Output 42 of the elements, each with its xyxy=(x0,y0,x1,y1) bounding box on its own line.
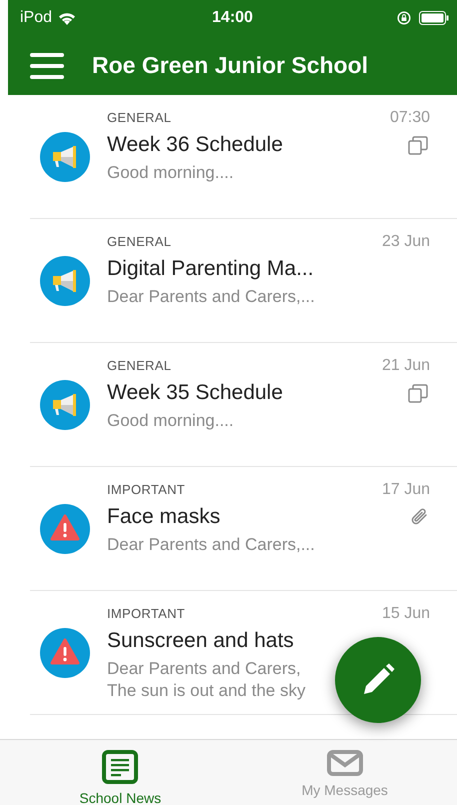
news-title: Week 35 Schedule xyxy=(107,381,283,405)
status-time: 14:00 xyxy=(212,9,253,26)
news-date: 15 Jun xyxy=(382,605,430,623)
compose-button[interactable] xyxy=(335,637,421,723)
news-date: 23 Jun xyxy=(382,233,430,251)
news-item[interactable]: GENERAL 23 Jun Digital Parenting Ma... Dear Parents and Carers,... xyxy=(30,219,457,343)
warning-icon xyxy=(40,504,90,554)
warning-icon xyxy=(40,628,90,678)
news-date: 21 Jun xyxy=(382,357,430,375)
news-title: Week 36 Schedule xyxy=(107,133,283,157)
news-preview: Dear Parents and Carers,... xyxy=(107,534,315,556)
news-item[interactable]: IMPORTANT 17 Jun Face masks Dear Parents and Carers,... xyxy=(30,467,457,591)
news-category: GENERAL xyxy=(107,358,172,373)
news-date: 07:30 xyxy=(390,109,430,127)
menu-button[interactable] xyxy=(30,52,64,78)
news-category: IMPORTANT xyxy=(107,606,186,621)
megaphone-icon xyxy=(40,380,90,430)
pencil-icon xyxy=(361,663,395,697)
carrier-name: iPod xyxy=(20,9,52,27)
menu-icon xyxy=(30,52,64,78)
news-item[interactable]: GENERAL 07:30 Week 36 Schedule Good morning.... xyxy=(30,95,457,219)
news-title: Digital Parenting Ma... xyxy=(107,257,314,281)
newspaper-icon xyxy=(102,750,138,784)
news-category: GENERAL xyxy=(107,110,172,125)
megaphone-icon xyxy=(40,256,90,306)
news-category: GENERAL xyxy=(107,234,172,249)
battery-icon xyxy=(419,11,449,25)
news-title: Sunscreen and hats xyxy=(107,629,294,653)
tab[interactable]: School News xyxy=(8,740,232,805)
megaphone-icon xyxy=(40,132,90,182)
rotation-lock-icon xyxy=(397,11,411,25)
news-title: Face masks xyxy=(107,505,220,529)
news-preview: Dear Parents and Carers,... xyxy=(107,286,315,308)
news-preview: Dear Parents and Carers, The sun is out and the sky xyxy=(107,658,306,702)
news-category: IMPORTANT xyxy=(107,482,186,497)
school-title: Roe Green Junior School xyxy=(92,52,368,79)
news-date: 17 Jun xyxy=(382,481,430,499)
news-preview: Good morning.... xyxy=(107,410,234,432)
news-preview: Good morning.... xyxy=(107,162,234,184)
envelope-icon xyxy=(326,750,363,776)
wifi-icon xyxy=(58,12,76,24)
news-item[interactable]: GENERAL 21 Jun Week 35 Schedule Good morning.... xyxy=(30,343,457,467)
